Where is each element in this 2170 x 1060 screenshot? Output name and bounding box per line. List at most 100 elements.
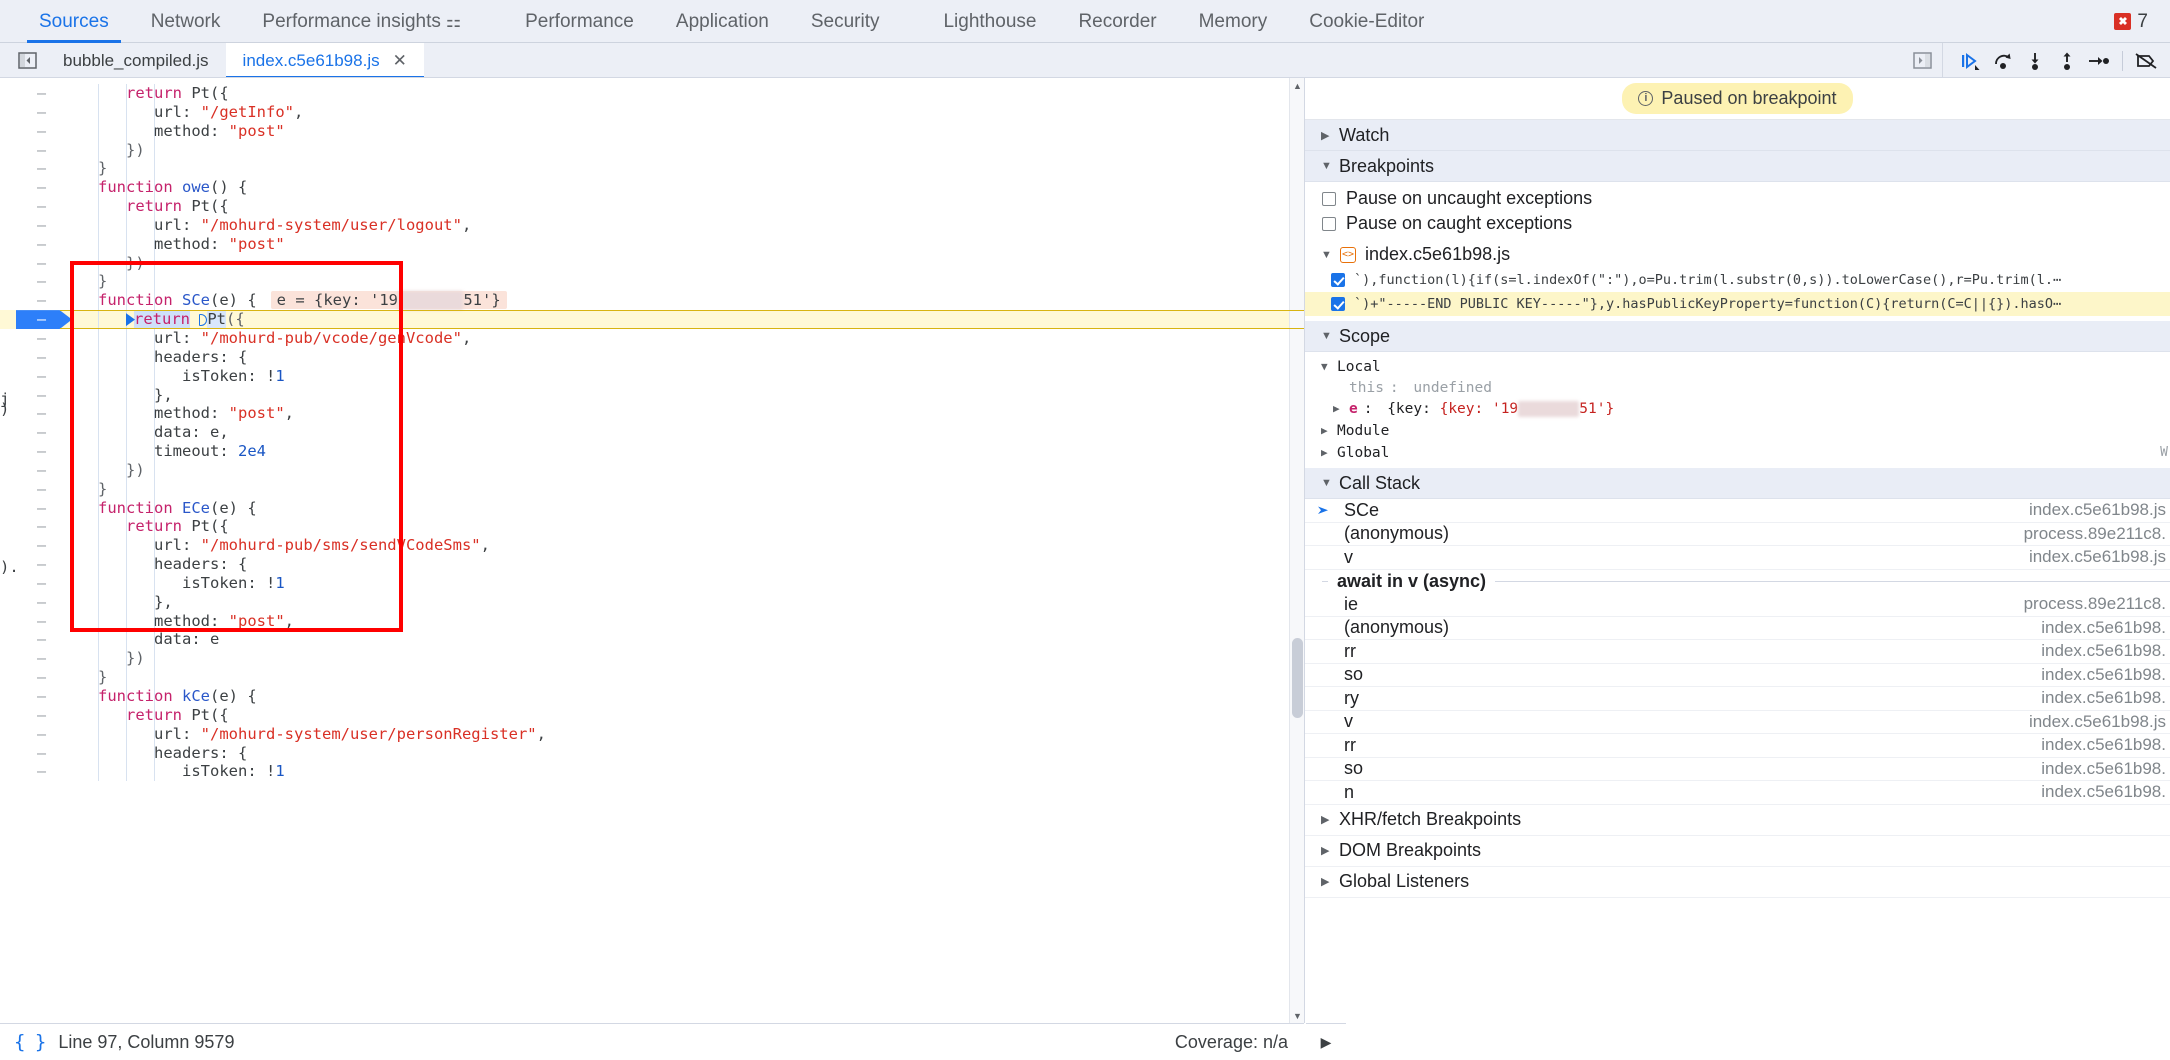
line-number[interactable]: – — [0, 536, 60, 555]
line-number[interactable]: – — [0, 103, 60, 122]
tab-lighthouse[interactable]: Lighthouse — [922, 0, 1057, 43]
line-number[interactable]: – — [0, 480, 60, 499]
section-dom-breakpoints[interactable]: ▶ DOM Breakpoints — [1305, 835, 2170, 867]
step-button[interactable] — [2083, 43, 2115, 78]
file-tab-index[interactable]: index.c5e61b98.js ✕ — [225, 43, 425, 78]
tab-application[interactable]: Application — [655, 0, 790, 43]
line-number[interactable]: – — [0, 84, 60, 103]
line-number[interactable]: – — [0, 461, 60, 480]
step-over-next-function-call-button[interactable] — [1987, 43, 2019, 78]
line-number[interactable]: – — [0, 367, 60, 386]
code-line[interactable]: – url: "/mohurd-pub/sms/sendVCodeSms", — [0, 536, 1304, 555]
line-number[interactable]: – — [0, 517, 60, 536]
code-line[interactable]: – function owe() { — [0, 178, 1304, 197]
call-stack-frame[interactable]: ry index.c5e61b98. — [1305, 687, 2170, 711]
line-number[interactable]: – — [0, 442, 60, 461]
code-line[interactable]: – url: "/mohurd-pub/vcode/genVcode", — [0, 329, 1304, 348]
line-number[interactable]: – — [0, 122, 60, 141]
line-number[interactable]: – — [0, 725, 60, 744]
code-line[interactable]: –} — [0, 480, 1304, 499]
line-number[interactable]: – — [0, 593, 60, 612]
scope-prop-e[interactable]: ▶ e: {key: {key: '19xxxxxxx51'} — [1305, 399, 2170, 418]
breakpoint-item[interactable]: `),function(l){if(s=l.indexOf(":"),o=Pu.… — [1305, 268, 2170, 292]
line-number[interactable]: – — [0, 254, 60, 273]
call-stack-frame[interactable]: v index.c5e61b98.js — [1305, 711, 2170, 734]
line-number[interactable]: – — [0, 744, 60, 763]
section-breakpoints[interactable]: ▼ Breakpoints — [1305, 151, 2170, 182]
pause-on-uncaught-exceptions-row[interactable]: Pause on uncaught exceptions — [1305, 186, 2170, 211]
line-number[interactable]: – — [0, 762, 60, 781]
statusbar-expand-chevron-icon[interactable]: ▶ — [1306, 1023, 1346, 1060]
code-content[interactable]: – return Pt({– url: "/getInfo", – method: "p… — [0, 78, 1304, 782]
call-stack-frame[interactable]: n index.c5e61b98. — [1305, 781, 2170, 805]
code-line-function-sce[interactable]: – function SCe(e) {e = {key: '19xxxxxxx51… — [0, 291, 1304, 311]
code-line[interactable]: – isToken: !1 — [0, 367, 1304, 386]
line-number[interactable]: – — [0, 687, 60, 706]
call-stack-frame[interactable]: so index.c5e61b98. — [1305, 758, 2170, 781]
scope-group-module[interactable]: ▶ Module — [1305, 421, 2170, 440]
line-number[interactable]: – — [0, 197, 60, 216]
code-line[interactable]: –} — [0, 272, 1304, 291]
line-number[interactable]: – — [0, 291, 60, 310]
file-tab-bubble-compiled[interactable]: bubble_compiled.js — [46, 43, 226, 78]
line-number[interactable]: – — [0, 649, 60, 668]
step-out-of-current-function-button[interactable] — [2051, 43, 2083, 78]
code-line[interactable]: – method: "post", — [0, 612, 1304, 631]
tab-cookie-editor[interactable]: Cookie-Editor — [1288, 0, 1445, 43]
editor-scroll-thumb[interactable] — [1292, 638, 1303, 718]
code-line[interactable]: – isToken: !1 — [0, 574, 1304, 593]
chevron-right-icon[interactable]: ▶ — [1333, 402, 1343, 415]
step-into-next-function-call-button[interactable] — [2019, 43, 2051, 78]
code-line[interactable]: – return Pt({ — [0, 706, 1304, 725]
code-line[interactable]: – function ECe(e) { — [0, 499, 1304, 518]
tab-security[interactable]: Security — [790, 0, 901, 43]
show-debugger-sidebar-icon[interactable] — [1903, 43, 1943, 78]
line-number[interactable]: – — [0, 423, 60, 442]
line-number[interactable]: – — [0, 499, 60, 518]
line-number[interactable]: – — [0, 310, 60, 329]
scroll-up-arrow[interactable]: ▲ — [1290, 78, 1304, 93]
line-number[interactable]: – — [0, 668, 60, 687]
call-stack-frame[interactable]: v index.c5e61b98.js — [1305, 546, 2170, 570]
error-indicator-group[interactable]: ✖ 7 — [2114, 11, 2170, 33]
call-stack-frame[interactable]: (anonymous) process.89e211c8. — [1305, 523, 2170, 546]
tab-recorder[interactable]: Recorder — [1057, 0, 1177, 43]
scroll-down-arrow[interactable]: ▼ — [1290, 1008, 1304, 1023]
section-call-stack[interactable]: ▼ Call Stack — [1305, 468, 2170, 499]
code-line[interactable]: – return Pt({ — [0, 517, 1304, 536]
code-line[interactable]: – headers: { — [0, 555, 1304, 574]
code-line[interactable]: – return Pt({ — [0, 84, 1304, 103]
resume-script-execution-button[interactable] — [1955, 43, 1987, 78]
line-number[interactable]: – — [0, 574, 60, 593]
current-execution-line[interactable]: – return Pt({ — [0, 310, 1304, 329]
scope-group-global[interactable]: ▶ Global W — [1305, 443, 2170, 462]
code-line[interactable]: – headers: { — [0, 348, 1304, 367]
tab-performance-insights[interactable]: Performance insights ⚏ — [241, 0, 482, 43]
call-stack-frame[interactable]: so index.c5e61b98. — [1305, 664, 2170, 687]
checkbox[interactable] — [1331, 273, 1345, 287]
code-line[interactable]: –} — [0, 159, 1304, 178]
line-number[interactable]: – — [0, 612, 60, 631]
code-line[interactable]: – timeout: 2e4 — [0, 442, 1304, 461]
close-icon[interactable]: ✕ — [393, 52, 407, 69]
line-number[interactable]: – — [0, 159, 60, 178]
code-line[interactable]: –}, — [0, 386, 1304, 405]
tab-network[interactable]: Network — [130, 0, 242, 43]
call-stack-frame[interactable]: (anonymous) index.c5e61b98. — [1305, 617, 2170, 640]
code-line[interactable]: – isToken: !1 — [0, 762, 1304, 781]
code-line[interactable]: –}) — [0, 254, 1304, 273]
section-watch[interactable]: ▶ Watch — [1305, 120, 2170, 151]
chevron-down-icon[interactable]: ▼ — [1321, 249, 1332, 261]
call-stack-frame[interactable]: rr index.c5e61b98. — [1305, 640, 2170, 664]
call-stack-frame[interactable]: ie process.89e211c8. — [1305, 593, 2170, 617]
section-global-listeners[interactable]: ▶ Global Listeners — [1305, 866, 2170, 898]
breakpoint-item[interactable]: `)+"-----END PUBLIC KEY-----"},y.hasPubl… — [1305, 292, 2170, 316]
code-line[interactable]: – url: "/mohurd-system/user/personRegiste… — [0, 725, 1304, 744]
line-number[interactable]: – — [0, 348, 60, 367]
line-number[interactable]: – — [0, 141, 60, 160]
code-line[interactable]: – method: "post" — [0, 122, 1304, 141]
code-editor-pane[interactable]: – return Pt({– url: "/getInfo", – method: "p… — [0, 78, 1304, 1023]
code-line[interactable]: – data: e — [0, 630, 1304, 649]
checkbox[interactable] — [1322, 191, 1336, 206]
code-line[interactable]: – function kCe(e) { — [0, 687, 1304, 706]
